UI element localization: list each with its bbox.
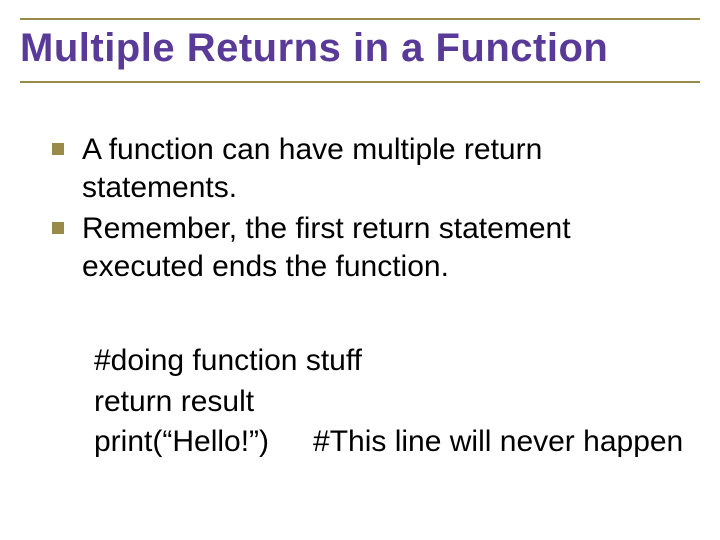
square-bullet-icon xyxy=(52,222,64,234)
slide: Multiple Returns in a Function A functio… xyxy=(0,0,720,540)
bullet-text: A function can have multiple return stat… xyxy=(82,131,700,206)
code-text: #doing function stuff xyxy=(94,341,362,382)
code-text: print(“Hello!”) xyxy=(94,422,269,463)
list-item: Remember, the first return statement exe… xyxy=(52,210,700,285)
code-example: #doing function stuff return result prin… xyxy=(94,341,700,463)
title-container: Multiple Returns in a Function xyxy=(20,18,700,83)
slide-title: Multiple Returns in a Function xyxy=(20,26,700,71)
code-line: return result xyxy=(94,382,700,423)
code-line: #doing function stuff xyxy=(94,341,700,382)
square-bullet-icon xyxy=(52,143,64,155)
spacing xyxy=(269,422,313,463)
code-line: print(“Hello!”) #This line will never ha… xyxy=(94,422,700,463)
list-item: A function can have multiple return stat… xyxy=(52,131,700,206)
code-comment: #This line will never happen xyxy=(313,422,683,463)
code-text: return result xyxy=(94,382,254,423)
bullet-text: Remember, the first return statement exe… xyxy=(82,210,700,285)
bullet-list: A function can have multiple return stat… xyxy=(52,131,700,285)
